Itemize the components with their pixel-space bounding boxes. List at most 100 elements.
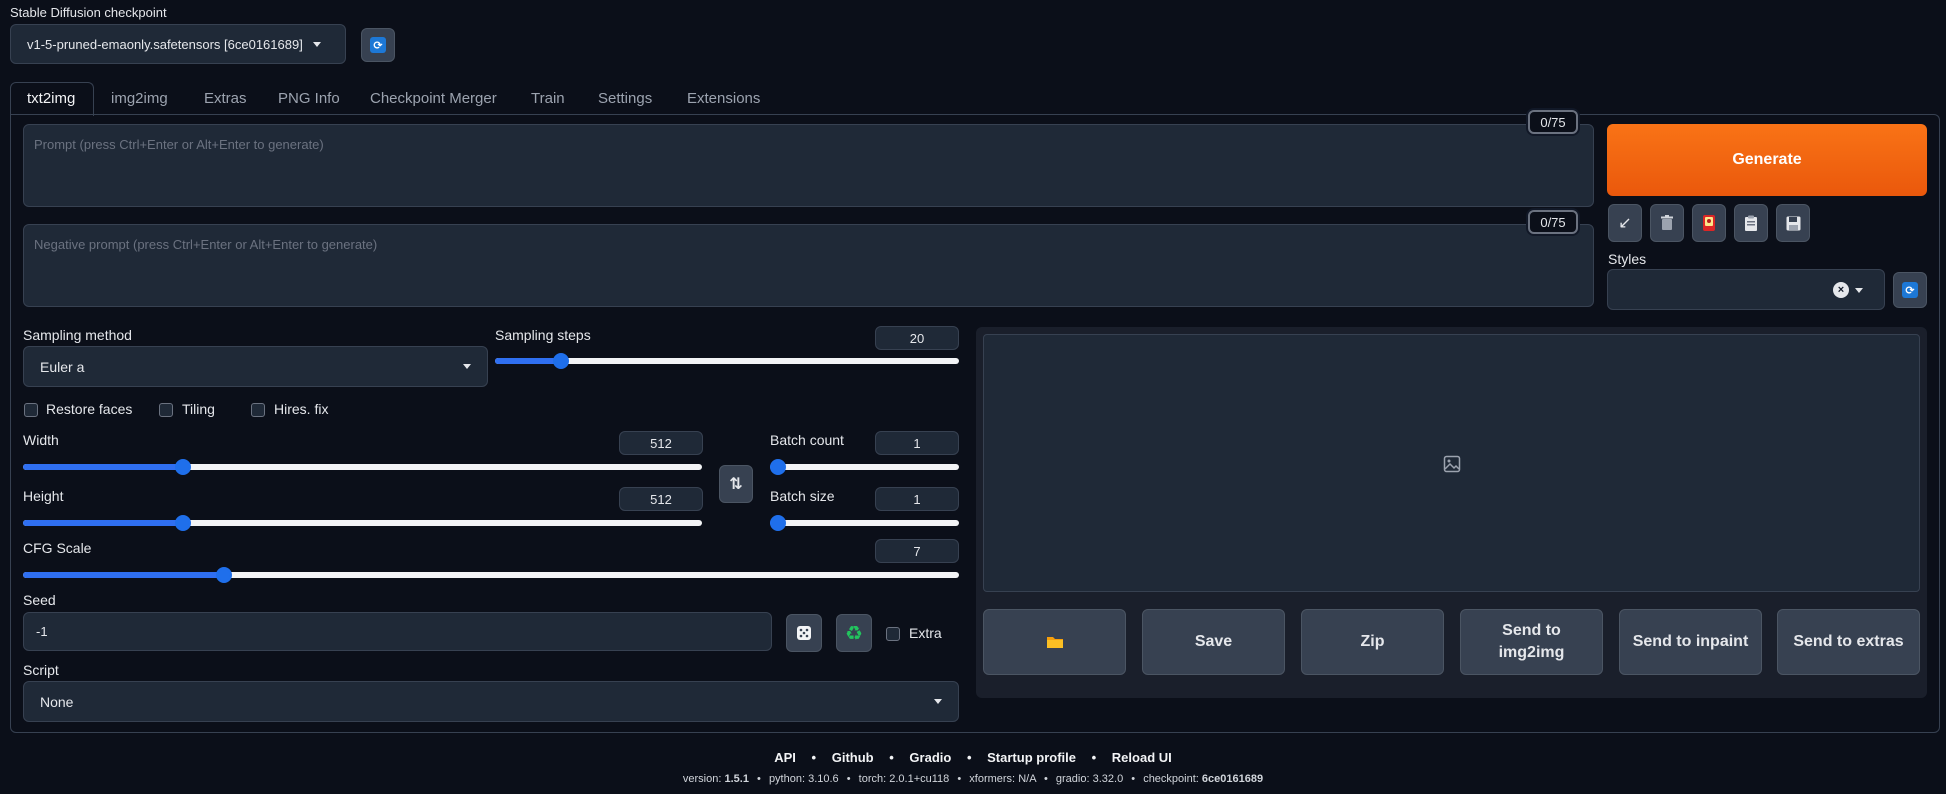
seed-input[interactable]: -1 xyxy=(23,612,772,651)
torch-value: 2.0.1+cu118 xyxy=(889,773,950,785)
slider-thumb[interactable] xyxy=(770,459,786,475)
gradio-label: gradio: xyxy=(1055,773,1090,785)
footer-separator: • xyxy=(1043,773,1048,785)
output-gallery[interactable] xyxy=(983,334,1920,592)
version-label: version: xyxy=(682,773,722,785)
negative-prompt-textarea[interactable]: Negative prompt (press Ctrl+Enter or Alt… xyxy=(23,224,1594,307)
arrow-down-left-icon: ↙ xyxy=(1618,215,1632,232)
footer-separator: • xyxy=(966,750,972,765)
negative-prompt-token-counter: 0/75 xyxy=(1528,210,1578,234)
hires-fix-checkbox[interactable] xyxy=(251,403,265,417)
seed-label: Seed xyxy=(23,592,56,608)
slider-thumb[interactable] xyxy=(553,353,569,369)
refresh-icon: ⟳ xyxy=(370,37,386,53)
swap-dimensions-button[interactable]: ⇅ xyxy=(719,465,753,503)
extra-seed-checkbox[interactable] xyxy=(886,627,900,641)
tab-txt2img[interactable]: txt2img xyxy=(27,84,75,114)
tab-img2img[interactable]: img2img xyxy=(111,84,168,114)
footer-link-api[interactable]: API xyxy=(774,750,796,765)
recycle-icon: ♻ xyxy=(845,622,863,645)
send-to-inpaint-button[interactable]: Send to inpaint xyxy=(1619,609,1762,675)
image-placeholder-icon xyxy=(1443,455,1461,473)
batch-size-input[interactable]: 1 xyxy=(875,487,959,511)
tab-checkpoint-merger[interactable]: Checkpoint Merger xyxy=(370,84,497,114)
cfg-scale-label: CFG Scale xyxy=(23,540,92,556)
save-button[interactable]: Save xyxy=(1142,609,1285,675)
slider-thumb[interactable] xyxy=(175,459,191,475)
prompt-textarea[interactable]: Prompt (press Ctrl+Enter or Alt+Enter to… xyxy=(23,124,1594,207)
dice-icon xyxy=(797,626,811,640)
script-label: Script xyxy=(23,662,59,678)
footer-separator: • xyxy=(846,773,851,785)
script-select[interactable]: None xyxy=(23,681,959,722)
height-slider[interactable] xyxy=(23,515,702,531)
batch-count-input[interactable]: 1 xyxy=(875,431,959,455)
reuse-seed-button[interactable]: ♻ xyxy=(836,614,872,652)
restore-faces-label: Restore faces xyxy=(46,401,133,417)
styles-refresh-button[interactable]: ⟳ xyxy=(1893,272,1927,308)
tab-settings[interactable]: Settings xyxy=(598,84,652,114)
batch-size-label: Batch size xyxy=(770,488,835,504)
checkpoint-refresh-button[interactable]: ⟳ xyxy=(361,28,395,62)
tiling-checkbox[interactable] xyxy=(159,403,173,417)
refresh-icon: ⟳ xyxy=(1902,282,1918,298)
apply-style-button[interactable] xyxy=(1734,204,1768,242)
footer-link-reload-ui[interactable]: Reload UI xyxy=(1112,750,1172,765)
random-seed-button[interactable] xyxy=(786,614,822,652)
extra-networks-icon xyxy=(1703,215,1715,231)
prompt-token-counter: 0/75 xyxy=(1528,110,1578,134)
folder-icon xyxy=(1046,637,1063,648)
footer-separator: • xyxy=(889,750,894,765)
torch-label: torch: xyxy=(858,773,887,785)
tab-extras[interactable]: Extras xyxy=(204,84,247,114)
width-slider[interactable] xyxy=(23,459,702,475)
save-style-icon xyxy=(1786,216,1800,230)
footer-link-gradio[interactable]: Gradio xyxy=(909,750,951,765)
open-folder-button[interactable] xyxy=(983,609,1126,675)
restore-faces-checkbox[interactable] xyxy=(24,403,38,417)
cfg-scale-slider[interactable] xyxy=(23,567,959,583)
seed-value: -1 xyxy=(36,624,48,639)
trash-icon xyxy=(1661,215,1673,230)
footer-links: API • Github • Gradio • Startup profile … xyxy=(0,750,1946,765)
batch-size-slider[interactable] xyxy=(770,515,959,531)
height-input[interactable]: 512 xyxy=(619,487,703,511)
xformers-value: N/A xyxy=(1018,773,1036,785)
footer-separator: • xyxy=(1131,773,1136,785)
sampling-method-value: Euler a xyxy=(40,358,85,375)
send-to-extras-button[interactable]: Send to extras xyxy=(1777,609,1920,675)
save-style-button[interactable] xyxy=(1776,204,1810,242)
swap-icon: ⇅ xyxy=(729,476,743,493)
extra-seed-label: Extra xyxy=(909,625,942,641)
read-params-button[interactable]: ↙ xyxy=(1608,204,1642,242)
batch-count-label: Batch count xyxy=(770,432,844,448)
sampling-method-select[interactable]: Euler a xyxy=(23,346,488,387)
footer-link-github[interactable]: Github xyxy=(832,750,874,765)
styles-select[interactable]: × xyxy=(1607,269,1885,310)
batch-count-slider[interactable] xyxy=(770,459,959,475)
negative-prompt-placeholder: Negative prompt (press Ctrl+Enter or Alt… xyxy=(34,237,378,252)
slider-thumb[interactable] xyxy=(175,515,191,531)
slider-thumb[interactable] xyxy=(216,567,232,583)
chevron-down-icon xyxy=(463,364,471,369)
clear-icon[interactable]: × xyxy=(1833,282,1849,298)
clear-prompt-button[interactable] xyxy=(1650,204,1684,242)
tab-train[interactable]: Train xyxy=(531,84,565,114)
generate-button[interactable]: Generate xyxy=(1607,124,1927,196)
tiling-label: Tiling xyxy=(182,401,215,417)
height-label: Height xyxy=(23,488,64,504)
sampling-steps-input[interactable]: 20 xyxy=(875,326,959,350)
tab-png-info[interactable]: PNG Info xyxy=(278,84,340,114)
cfg-scale-input[interactable]: 7 xyxy=(875,539,959,563)
slider-thumb[interactable] xyxy=(770,515,786,531)
extra-networks-button[interactable] xyxy=(1692,204,1726,242)
footer-separator: • xyxy=(1091,750,1097,765)
footer-link-startup-profile[interactable]: Startup profile xyxy=(987,750,1076,765)
zip-button[interactable]: Zip xyxy=(1301,609,1444,675)
send-to-img2img-button[interactable]: Send to img2img xyxy=(1460,609,1603,675)
width-input[interactable]: 512 xyxy=(619,431,703,455)
tab-extensions[interactable]: Extensions xyxy=(687,84,760,114)
sampling-steps-label: Sampling steps xyxy=(495,327,591,343)
checkpoint-select[interactable]: v1-5-pruned-emaonly.safetensors [6ce0161… xyxy=(10,24,346,64)
sampling-steps-slider[interactable] xyxy=(495,353,959,369)
